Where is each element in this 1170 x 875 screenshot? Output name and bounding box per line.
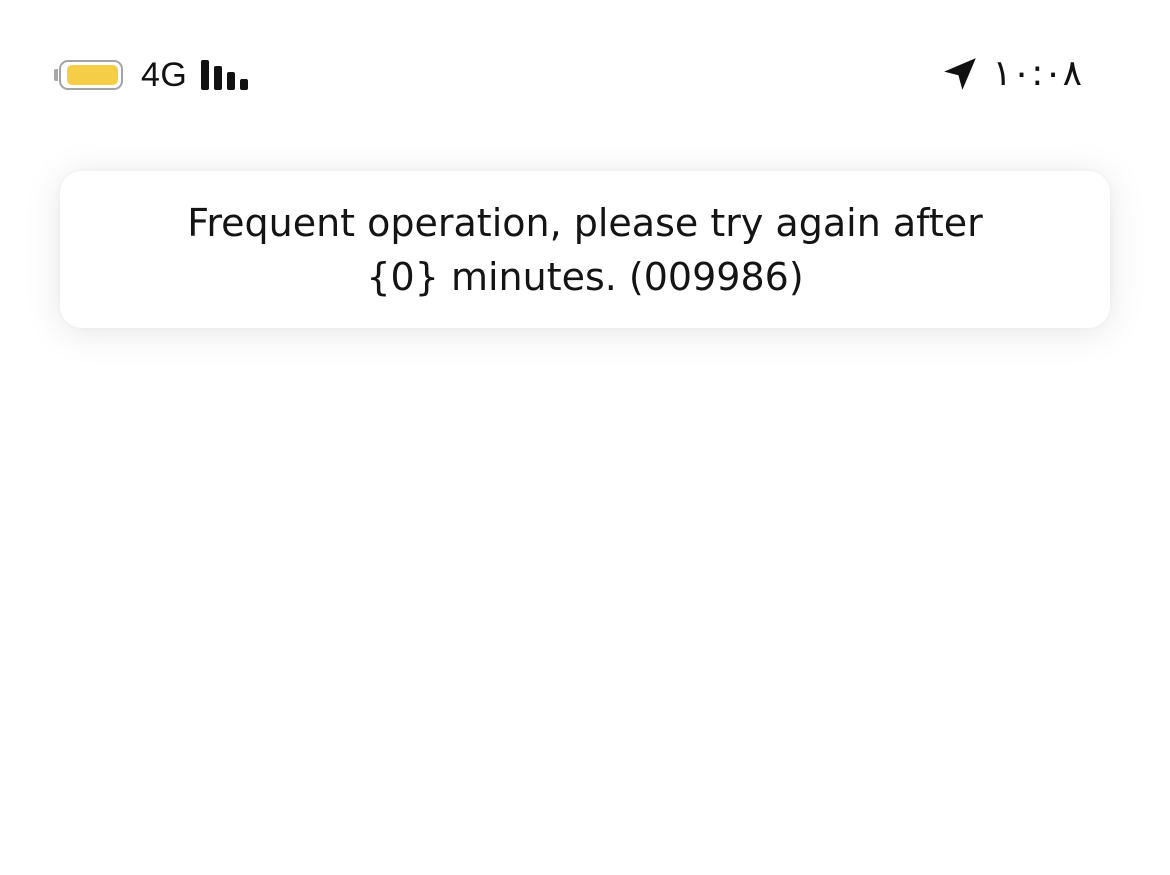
location-arrow-icon	[943, 58, 976, 90]
signal-bar-3	[227, 72, 236, 90]
toast-message: Frequent operation, please try again aft…	[187, 200, 983, 299]
status-bar-time: ۱۰:۰۸	[992, 53, 1082, 94]
signal-bars-icon	[201, 60, 249, 90]
signal-bar-2	[214, 66, 223, 90]
battery-fill	[66, 65, 118, 85]
status-bar-left: 4G	[54, 56, 249, 94]
battery-cap	[54, 69, 58, 81]
signal-bar-1	[201, 60, 210, 90]
network-type-label: 4G	[141, 56, 188, 94]
status-bar-right: ۱۰:۰۸	[941, 52, 1082, 96]
status-bar: 4G ۱۰:۰۸	[0, 0, 1170, 150]
battery-icon	[54, 60, 123, 90]
signal-bar-4	[240, 79, 249, 90]
battery-body	[59, 60, 123, 90]
error-toast: Frequent operation, please try again aft…	[60, 171, 1110, 328]
app-screen: 4G ۱۰:۰۸ Frequent operation, please try …	[0, 0, 1170, 875]
